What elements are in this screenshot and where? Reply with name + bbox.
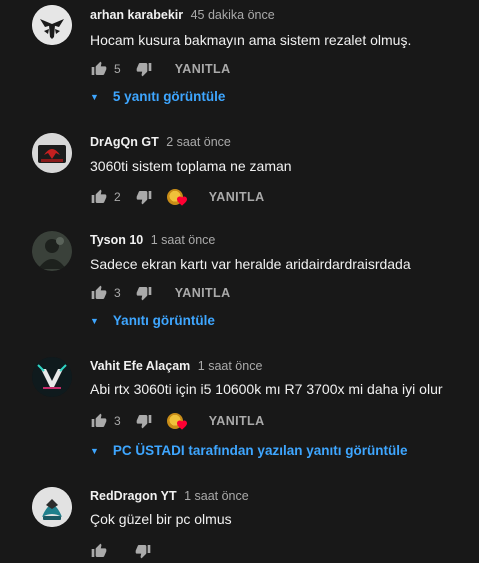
thumbs-up-icon[interactable] — [90, 60, 108, 78]
thumbs-down-icon[interactable] — [135, 60, 153, 78]
vahit-logo-icon — [32, 357, 72, 397]
comment-text: Çok güzel bir pc olmus — [90, 511, 232, 527]
comment-author[interactable]: DrAgQn GT — [90, 135, 159, 149]
like-count: 5 — [114, 62, 121, 76]
comment-text: 3060ti sistem toplama ne zaman — [90, 158, 292, 174]
thumbs-down-icon[interactable] — [134, 542, 152, 560]
reply-button[interactable]: YANITLA — [175, 62, 231, 76]
comment-timestamp[interactable]: 1 saat önce — [151, 233, 216, 247]
thumbs-down-icon[interactable] — [135, 412, 153, 430]
eagle-logo-icon — [32, 5, 72, 45]
comment-author[interactable]: arhan karabekir — [90, 8, 183, 22]
comment-author[interactable]: Vahit Efe Alaçam — [90, 359, 190, 373]
view-replies-button[interactable]: ▼ Yanıtı görüntüle — [90, 313, 215, 328]
comment-timestamp[interactable]: 1 saat önce — [184, 489, 249, 503]
like-count: 3 — [114, 414, 121, 428]
avatar[interactable] — [32, 5, 72, 45]
reply-button[interactable]: YANITLA — [209, 414, 265, 428]
view-replies-button[interactable]: ▼ 5 yanıtı görüntüle — [90, 89, 225, 104]
like-count: 2 — [114, 190, 121, 204]
thumbs-down-icon[interactable] — [135, 188, 153, 206]
avatar[interactable] — [32, 133, 72, 173]
comment-actions: 2 YANITLA — [90, 185, 265, 209]
caret-down-icon: ▼ — [90, 445, 99, 456]
thumbs-up-icon[interactable] — [90, 542, 108, 560]
comment-author[interactable]: RedDragon YT — [90, 489, 177, 503]
caret-down-icon: ▼ — [90, 91, 99, 102]
caret-down-icon: ▼ — [90, 315, 99, 326]
heart-icon — [176, 420, 187, 430]
creator-heart-badge — [166, 411, 189, 431]
dragon-logo-icon — [32, 133, 72, 173]
comment-actions: 3 YANITLA — [90, 281, 231, 305]
dark-figure-icon — [32, 231, 72, 271]
comment-timestamp[interactable]: 2 saat önce — [166, 135, 231, 149]
like-count: 3 — [114, 286, 121, 300]
view-replies-button[interactable]: ▼ PC ÜSTADI tarafından yazılan yanıtı gö… — [90, 443, 407, 458]
comment-text: Sadece ekran kartı var heralde aridairda… — [90, 256, 411, 272]
thumbs-up-icon[interactable] — [90, 412, 108, 430]
creator-heart-badge — [166, 187, 189, 207]
red-dragon-icon — [32, 487, 72, 527]
comment-actions: 3 YANITLA — [90, 409, 265, 433]
avatar[interactable] — [32, 231, 72, 271]
thumbs-up-icon[interactable] — [90, 188, 108, 206]
reply-button[interactable]: YANITLA — [209, 190, 265, 204]
thumbs-up-icon[interactable] — [90, 284, 108, 302]
comment-author[interactable]: Tyson 10 — [90, 233, 143, 247]
comment-timestamp[interactable]: 1 saat önce — [198, 359, 263, 373]
comment-text: Abi rtx 3060ti için i5 10600k mı R7 3700… — [90, 381, 443, 397]
comment-text: Hocam kusura bakmayın ama sistem rezalet… — [90, 32, 412, 48]
comment-actions: 5 YANITLA — [90, 57, 231, 81]
thumbs-down-icon[interactable] — [135, 284, 153, 302]
avatar[interactable] — [32, 487, 72, 527]
view-replies-label: Yanıtı görüntüle — [112, 313, 215, 328]
view-replies-label: 5 yanıtı görüntüle — [112, 89, 226, 104]
view-replies-label: PC ÜSTADI tarafından yazılan yanıtı görü… — [112, 443, 408, 458]
heart-icon — [176, 196, 187, 206]
avatar[interactable] — [32, 357, 72, 397]
comment-actions — [90, 539, 152, 563]
comment-timestamp[interactable]: 45 dakika önce — [191, 8, 275, 22]
reply-button[interactable]: YANITLA — [175, 286, 231, 300]
